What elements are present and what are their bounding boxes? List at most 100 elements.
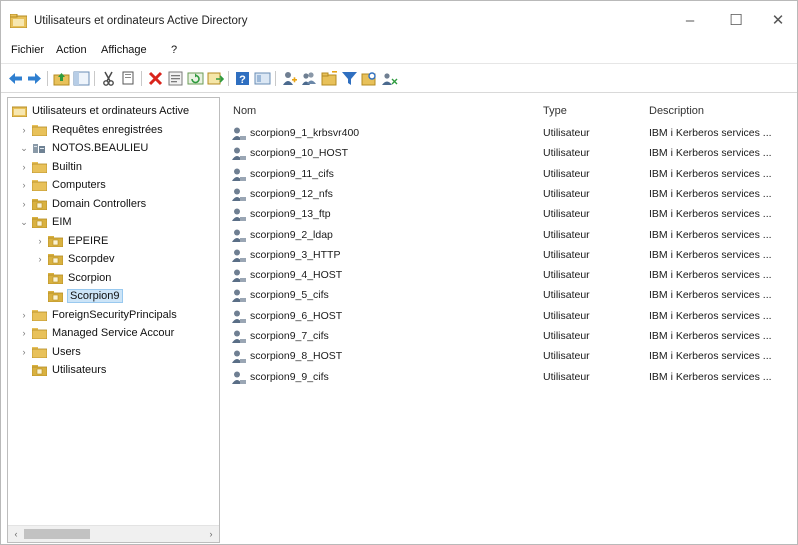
forward-arrow-icon[interactable] bbox=[26, 70, 43, 87]
filter-icon[interactable] bbox=[341, 70, 358, 87]
list-item[interactable]: scorpion9_3_HTTP Utilisateur IBM i Kerbero… bbox=[223, 246, 795, 266]
delete-icon[interactable] bbox=[147, 70, 164, 87]
menu-fichier[interactable]: Fichier bbox=[11, 44, 44, 56]
list-item-name: scorpion9_6_HOST bbox=[250, 309, 343, 322]
list-item[interactable]: scorpion9_6_HOST Utilisateur IBM i Kerbero… bbox=[223, 307, 795, 327]
folder-up-icon[interactable] bbox=[53, 70, 70, 87]
mmc-icon[interactable] bbox=[254, 70, 271, 87]
expand-chevron-icon[interactable]: › bbox=[18, 125, 30, 135]
user-icon bbox=[232, 147, 246, 161]
tree-item-label: NOTOS.BEAULIEU bbox=[52, 142, 149, 154]
expand-chevron-icon[interactable]: › bbox=[18, 328, 30, 338]
list-item-type: Utilisateur bbox=[543, 370, 590, 383]
tree-item[interactable]: › EPEIRE bbox=[34, 232, 108, 250]
tree-item-label: Utilisateurs et ordinateurs Active bbox=[32, 105, 190, 117]
add-ou-icon[interactable] bbox=[321, 70, 338, 87]
console-tree-icon[interactable] bbox=[73, 70, 90, 87]
find-icon[interactable] bbox=[361, 70, 378, 87]
expand-chevron-icon[interactable]: › bbox=[18, 310, 30, 320]
maximize-button[interactable]: ☐ bbox=[713, 7, 759, 35]
details-list[interactable]: Nom Type Description scorpion9_1_krbsvr4… bbox=[223, 97, 795, 543]
menu-action[interactable]: Action bbox=[56, 44, 87, 56]
ou-folder-icon bbox=[48, 235, 63, 247]
horizontal-scrollbar[interactable]: ‹ › bbox=[8, 525, 219, 542]
tree-item[interactable]: Utilisateurs bbox=[18, 361, 106, 379]
tree-item-label: Builtin bbox=[52, 160, 82, 173]
list-item[interactable]: scorpion9_12_nfs Utilisateur IBM i Kerbero… bbox=[223, 185, 795, 205]
folder-icon bbox=[32, 309, 47, 321]
title-bar: Utilisateurs et ordinateurs Active Direc… bbox=[1, 1, 797, 37]
list-item-description: IBM i Kerberos services ... bbox=[649, 330, 772, 342]
toolbar-separator bbox=[47, 71, 48, 86]
ou-folder-icon bbox=[48, 272, 63, 284]
list-item[interactable]: scorpion9_10_HOST Utilisateur IBM i Kerber… bbox=[223, 144, 795, 164]
scroll-left-arrow-icon[interactable]: ‹ bbox=[10, 528, 22, 540]
tree-item[interactable]: ⌄ EIM bbox=[18, 213, 72, 231]
add-user-icon[interactable] bbox=[281, 70, 298, 87]
column-header-nom[interactable]: Nom bbox=[233, 105, 256, 117]
list-item-name: scorpion9_7_cifs bbox=[250, 330, 329, 342]
expand-chevron-icon[interactable]: › bbox=[34, 254, 46, 264]
properties-icon[interactable] bbox=[167, 70, 184, 87]
copy-icon[interactable] bbox=[120, 70, 137, 87]
tree-item[interactable]: Scorpion9 bbox=[34, 287, 123, 305]
list-item[interactable]: scorpion9_2_ldap Utilisateur IBM i Kerbero… bbox=[223, 226, 795, 246]
list-item[interactable]: scorpion9_9_cifs Utilisateur IBM i Kerbero… bbox=[223, 368, 795, 388]
list-item[interactable]: scorpion9_11_cifs Utilisateur IBM i Kerber… bbox=[223, 165, 795, 185]
tree-item[interactable]: › Users bbox=[18, 343, 81, 361]
tree-item[interactable]: › ForeignSecurityPrincipals bbox=[18, 306, 177, 324]
expand-chevron-icon[interactable]: › bbox=[18, 180, 30, 190]
toolbar: ? bbox=[1, 63, 797, 93]
tree-item[interactable]: ⌄ NOTOS.BEAULIEU bbox=[18, 139, 148, 157]
list-item[interactable]: scorpion9_4_HOST Utilisateur IBM i Kerbero… bbox=[223, 266, 795, 286]
back-arrow-icon[interactable] bbox=[7, 70, 24, 87]
list-item[interactable]: scorpion9_5_cifs Utilisateur IBM i Kerbero… bbox=[223, 286, 795, 306]
list-item-name: scorpion9_5_cifs bbox=[250, 289, 329, 302]
minimize-button[interactable]: – bbox=[667, 7, 713, 35]
tree-item-label: Computers bbox=[52, 179, 106, 191]
help-icon[interactable]: ? bbox=[234, 70, 251, 87]
tree-item[interactable]: › Builtin bbox=[18, 158, 82, 176]
tree-item[interactable]: Utilisateurs et ordinateurs Active bbox=[12, 102, 189, 120]
expand-chevron-icon[interactable]: › bbox=[34, 236, 46, 246]
list-item-description: IBM i Kerberos services ... bbox=[649, 127, 772, 139]
list-item[interactable]: scorpion9_8_HOST Utilisateur IBM i Kerbero… bbox=[223, 347, 795, 367]
list-item[interactable]: scorpion9_1_krbsvr400 Utilisateur IBM i Ke… bbox=[223, 124, 795, 144]
list-item-name: scorpion9_11_cifs bbox=[250, 167, 334, 180]
list-item[interactable]: scorpion9_13_ftp Utilisateur IBM i Kerbero… bbox=[223, 205, 795, 225]
tree-item[interactable]: › Domain Controllers bbox=[18, 195, 146, 213]
add-to-group-icon[interactable] bbox=[381, 70, 398, 87]
aduc-app-icon bbox=[10, 14, 27, 28]
refresh-icon[interactable] bbox=[187, 70, 204, 87]
menu-bar: Fichier Action Affichage ? bbox=[1, 39, 797, 63]
list-item-name: scorpion9_2_ldap bbox=[250, 228, 333, 241]
menu-affichage[interactable]: Affichage bbox=[101, 44, 147, 56]
list-item[interactable]: scorpion9_7_cifs Utilisateur IBM i Kerbero… bbox=[223, 327, 795, 347]
column-header-description[interactable]: Description bbox=[649, 105, 704, 117]
collapse-chevron-icon[interactable]: ⌄ bbox=[18, 143, 30, 154]
list-item-type: Utilisateur bbox=[543, 167, 590, 180]
close-button[interactable]: ✕ bbox=[759, 7, 797, 35]
scroll-right-arrow-icon[interactable]: › bbox=[205, 528, 217, 540]
ou-folder-icon bbox=[32, 198, 47, 210]
tree-item[interactable]: › Requêtes enregistrées bbox=[18, 121, 163, 139]
collapse-chevron-icon[interactable]: ⌄ bbox=[18, 217, 30, 228]
column-header-type[interactable]: Type bbox=[543, 105, 567, 117]
list-item-name: scorpion9_3_HTTP bbox=[250, 248, 341, 261]
scrollbar-thumb[interactable] bbox=[24, 529, 90, 539]
expand-chevron-icon[interactable]: › bbox=[18, 347, 30, 357]
list-item-description: IBM i Kerberos services ... bbox=[649, 167, 772, 180]
expand-chevron-icon[interactable]: › bbox=[18, 162, 30, 172]
tree-item[interactable]: › Scorpdev bbox=[34, 250, 114, 268]
expand-chevron-icon[interactable]: › bbox=[18, 199, 30, 209]
user-icon bbox=[232, 371, 246, 384]
cut-icon[interactable] bbox=[100, 70, 117, 87]
export-list-icon[interactable] bbox=[207, 70, 224, 87]
add-group-icon[interactable] bbox=[301, 70, 318, 87]
menu-help[interactable]: ? bbox=[171, 44, 177, 56]
tree-item[interactable]: › Computers bbox=[18, 176, 106, 194]
console-tree[interactable]: Utilisateurs et ordinateurs Active › Requê… bbox=[7, 97, 220, 543]
tree-item[interactable]: › Managed Service Accour bbox=[18, 324, 174, 342]
tree-item[interactable]: Scorpion bbox=[34, 269, 111, 287]
list-item-description: IBM i Kerberos services ... bbox=[649, 269, 772, 282]
